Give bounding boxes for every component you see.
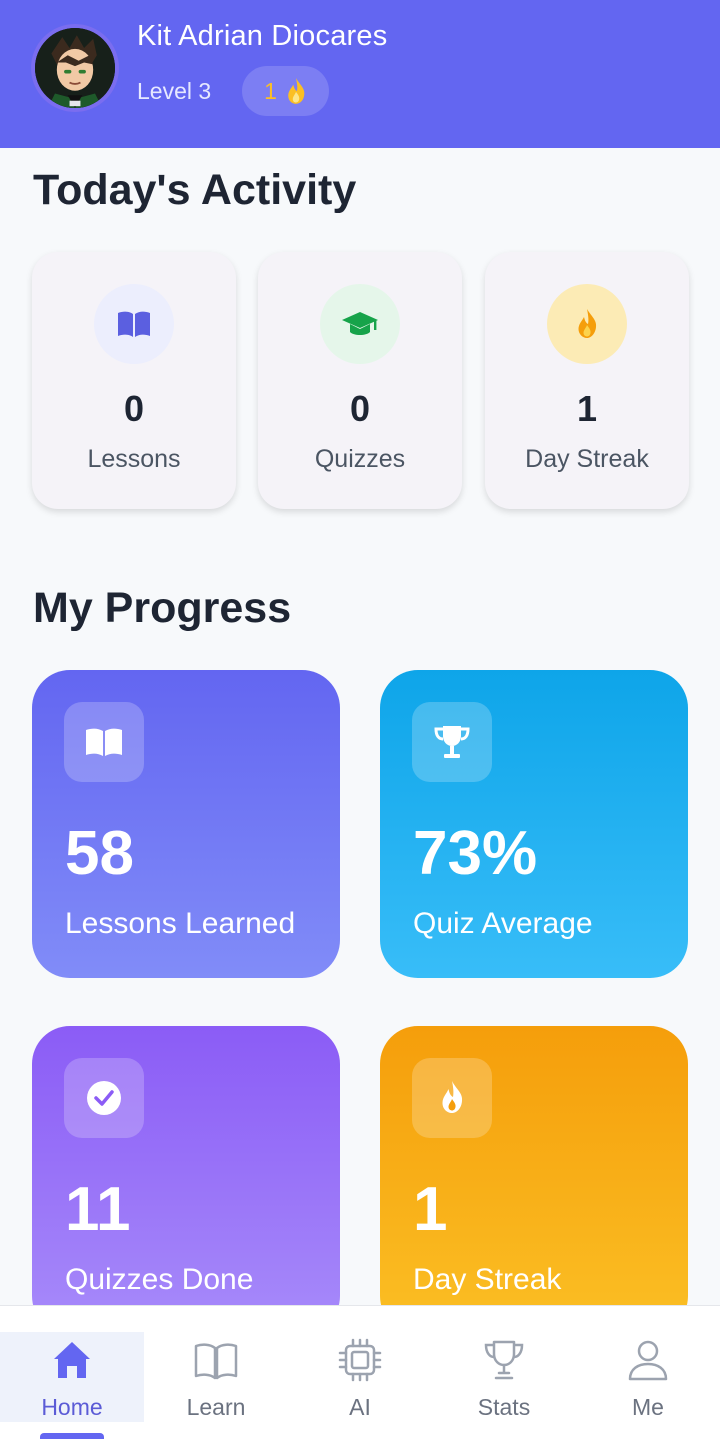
book-icon: [118, 311, 150, 337]
bottom-navigation: Home Learn AI Stats Me: [0, 1305, 720, 1439]
lessons-count: 0: [123, 388, 145, 429]
progress-card-quiz-average[interactable]: 73% Quiz Average: [380, 670, 688, 978]
nav-active-indicator: [40, 1433, 104, 1439]
lessons-icon-circle: [94, 284, 174, 364]
lessons-learned-label: Lessons Learned: [65, 907, 296, 940]
activity-card-quizzes[interactable]: 0 Quizzes: [258, 252, 462, 509]
nav-ai-label: AI: [349, 1394, 371, 1420]
streak-badge[interactable]: 1: [242, 66, 329, 116]
flame-icon: [442, 1081, 463, 1113]
progress-card-quizzes-done[interactable]: 11 Quizzes Done: [32, 1026, 340, 1334]
nav-stats[interactable]: Stats: [432, 1306, 576, 1439]
day-streak-icon-box: [412, 1058, 492, 1138]
lessons-learned-icon-box: [64, 702, 144, 782]
book-open-icon: [194, 1343, 238, 1380]
progress-section-title: My Progress: [33, 584, 292, 632]
quiz-average-label: Quiz Average: [413, 907, 593, 940]
chip-icon: [338, 1338, 382, 1382]
day-streak-label: Day Streak: [413, 1263, 562, 1296]
flame-icon: [288, 78, 305, 104]
quizzes-done-label: Quizzes Done: [65, 1263, 254, 1296]
quizzes-done-icon-box: [64, 1058, 144, 1138]
quizzes-label: Quizzes: [314, 445, 406, 473]
progress-card-day-streak[interactable]: 1 Day Streak: [380, 1026, 688, 1334]
profile-header: Kit Adrian Diocares Level 3 1: [0, 0, 720, 148]
book-icon: [86, 728, 122, 756]
graduation-cap-icon: [342, 312, 378, 335]
check-circle-icon: [87, 1081, 121, 1115]
nav-learn-label: Learn: [186, 1394, 246, 1420]
flame-icon: [578, 309, 597, 338]
streak-label: Day Streak: [525, 445, 649, 473]
quizzes-count: 0: [349, 388, 371, 429]
nav-home-label: Home: [41, 1394, 103, 1420]
day-streak-value: 1: [413, 1175, 448, 1244]
quizzes-icon-circle: [320, 284, 400, 364]
nav-home[interactable]: Home: [0, 1306, 144, 1439]
user-icon: [628, 1340, 668, 1381]
streak-count-value: 1: [576, 388, 598, 429]
lessons-learned-value: 58: [65, 819, 134, 888]
trophy-icon: [484, 1340, 524, 1380]
activity-card-streak[interactable]: 1 Day Streak: [485, 252, 689, 509]
nav-stats-label: Stats: [477, 1394, 531, 1420]
avatar-image: [35, 28, 115, 108]
user-name: Kit Adrian Diocares: [137, 20, 388, 52]
user-level: Level 3: [137, 78, 212, 104]
home-icon: [54, 1342, 90, 1378]
streak-icon-circle: [547, 284, 627, 364]
quiz-average-icon-box: [412, 702, 492, 782]
trophy-icon: [434, 726, 470, 758]
nav-me-label: Me: [632, 1394, 664, 1420]
quiz-average-value: 73%: [413, 819, 538, 888]
nav-me[interactable]: Me: [576, 1306, 720, 1439]
quizzes-done-value: 11: [65, 1175, 131, 1244]
activity-card-lessons[interactable]: 0 Lessons: [32, 252, 236, 509]
nav-learn[interactable]: Learn: [144, 1306, 288, 1439]
streak-count: 1: [264, 77, 277, 104]
progress-card-lessons[interactable]: 58 Lessons Learned: [32, 670, 340, 978]
activity-section-title: Today's Activity: [33, 166, 357, 214]
lessons-label: Lessons: [87, 445, 181, 473]
avatar[interactable]: [31, 24, 119, 112]
nav-ai[interactable]: AI: [288, 1306, 432, 1439]
